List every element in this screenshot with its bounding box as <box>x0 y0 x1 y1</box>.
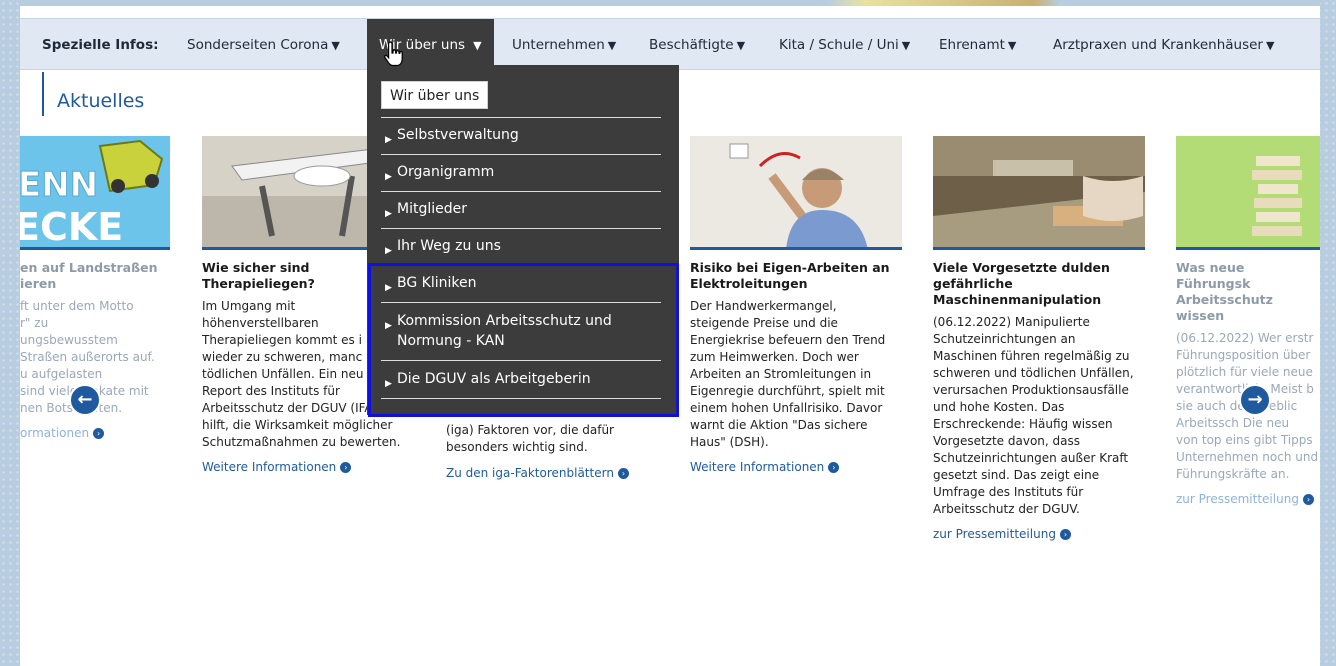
card-link[interactable]: ormationen › <box>20 426 170 440</box>
card-link[interactable]: Weitere Informationen › <box>202 460 414 474</box>
menu-item-kan[interactable]: ▶ Kommission Arbeitsschutz und Normung - … <box>385 311 655 351</box>
nav-item-corona[interactable]: Sonderseiten Corona ▼ <box>187 19 340 71</box>
menu-item-ihr-weg-zu-uns[interactable]: ▶ Ihr Weg zu uns <box>385 236 655 261</box>
carousel-next-button[interactable]: → <box>1239 384 1271 416</box>
electrician-image <box>690 136 902 247</box>
caret-down-icon: ▼ <box>331 39 340 52</box>
card-text: (iga) Faktoren vor, die dafür besonders … <box>446 423 614 454</box>
main-nav: Spezielle Infos: Sonderseiten Corona ▼ Wi… <box>20 18 1320 71</box>
arrow-right-icon: › <box>828 462 840 473</box>
arrow-right-icon: › <box>340 462 352 473</box>
page: Spezielle Infos: Sonderseiten Corona ▼ Wi… <box>20 6 1320 666</box>
menu-item-label: Mitglieder <box>397 201 467 217</box>
divider <box>381 191 661 192</box>
card-title: Risiko bei Eigen-Arbeiten an Elektroleit… <box>690 260 890 291</box>
divider <box>381 154 661 155</box>
arrow-right-icon: → <box>1247 389 1263 410</box>
triangle-right-icon: ▶ <box>385 135 392 145</box>
divider <box>381 265 661 266</box>
card-link[interactable]: zur Pressemitteilung › <box>1176 492 1320 506</box>
caret-down-icon: ▼ <box>901 39 911 52</box>
news-card[interactable]: (iga) Faktoren vor, die dafür besonders … <box>446 422 658 480</box>
menu-item-selbstverwaltung[interactable]: ▶ Selbstverwaltung <box>385 125 655 150</box>
divider <box>381 302 661 303</box>
caret-down-icon: ▼ <box>1265 39 1275 52</box>
nav-label: Spezielle Infos: <box>42 37 159 53</box>
triangle-right-icon: ▶ <box>385 283 392 293</box>
carousel-prev-button[interactable]: ← <box>69 384 101 416</box>
caret-down-icon: ▼ <box>1007 39 1017 52</box>
news-card[interactable]: Risiko bei Eigen-Arbeiten an Elektroleit… <box>690 136 902 474</box>
nav-item-kita-schule-uni[interactable]: Kita / Schule / Uni ▼ <box>779 19 910 71</box>
card-image <box>690 136 902 250</box>
race-track-image: ENN ECKE <box>20 136 170 249</box>
caret-down-icon: ▼ <box>736 39 746 52</box>
caret-down-icon: ▼ <box>473 39 482 52</box>
nav-item-label: Arztpraxen und Krankenhäuser <box>1053 37 1263 53</box>
card-image <box>1176 136 1320 250</box>
arrow-right-icon: › <box>93 428 105 439</box>
news-card[interactable]: Viele Vorgesetzte dulden gefährliche Mas… <box>933 136 1145 541</box>
nav-item-unternehmen[interactable]: Unternehmen ▼ <box>512 19 616 71</box>
card-link-label: Zu den iga-Faktorenblättern <box>446 466 614 480</box>
card-link[interactable]: Weitere Informationen › <box>690 460 902 474</box>
arrow-right-icon: › <box>1059 529 1071 540</box>
card-title: Viele Vorgesetzte dulden gefährliche Mas… <box>933 260 1110 307</box>
divider <box>381 398 661 399</box>
menu-item-label: Ihr Weg zu uns <box>397 238 501 254</box>
divider <box>381 117 661 118</box>
dropdown-header-link[interactable]: Wir über uns <box>381 81 489 109</box>
jenga-tower-image <box>1176 136 1320 247</box>
svg-text:ENN: ENN <box>20 165 98 205</box>
menu-item-label: BG Kliniken <box>397 275 477 291</box>
card-title: Was neue Führungsk Arbeitsschutz wissen <box>1176 260 1273 323</box>
arrow-left-icon: ← <box>77 389 93 410</box>
card-link[interactable]: Zu den iga-Faktorenblättern › <box>446 466 658 480</box>
nav-item-label: Beschäftigte <box>649 37 734 53</box>
card-link-label: zur Pressemitteilung <box>1176 492 1299 506</box>
divider <box>381 228 661 229</box>
nav-item-arztpraxen[interactable]: Arztpraxen und Krankenhäuser ▼ <box>1053 19 1274 71</box>
caret-down-icon: ▼ <box>607 39 617 52</box>
nav-item-label: Ehrenamt <box>939 37 1005 53</box>
news-card[interactable]: Was neue Führungsk Arbeitsschutz wissen … <box>1176 136 1320 506</box>
menu-item-label: Selbstverwaltung <box>397 127 519 143</box>
nav-item-label: Sonderseiten Corona <box>187 37 329 53</box>
section-title: Aktuelles <box>42 72 144 116</box>
wir-ueber-uns-dropdown: Wir über uns ▶ Selbstverwaltung ▶ Organigr… <box>367 65 679 415</box>
menu-item-label: Organigramm <box>397 164 495 180</box>
nav-item-ehrenamt[interactable]: Ehrenamt ▼ <box>939 19 1016 71</box>
menu-item-dguv-arbeitgeberin[interactable]: ▶ Die DGUV als Arbeitgeberin <box>385 369 655 394</box>
triangle-right-icon: ▶ <box>385 172 392 182</box>
arrow-right-icon: › <box>617 468 629 479</box>
card-text: (06.12.2022) Manipulierte Schutzeinricht… <box>933 315 1134 516</box>
card-link-label: Weitere Informationen <box>690 460 825 474</box>
triangle-right-icon: ▶ <box>385 379 392 389</box>
nav-item-label: Unternehmen <box>512 37 605 53</box>
divider <box>381 360 661 361</box>
card-link-label: Weitere Informationen <box>202 460 337 474</box>
triangle-right-icon: ▶ <box>385 246 392 256</box>
triangle-right-icon: ▶ <box>385 321 392 331</box>
card-link-label: zur Pressemitteilung <box>933 527 1056 541</box>
triangle-right-icon: ▶ <box>385 209 392 219</box>
machine-image <box>933 136 1145 247</box>
card-image: ENN ECKE <box>20 136 170 250</box>
card-title: en auf Landstraßen ieren <box>20 260 158 291</box>
hand-pointer-icon <box>384 41 403 67</box>
card-image <box>933 136 1145 250</box>
menu-item-label: Die DGUV als Arbeitgeberin <box>397 371 591 387</box>
menu-item-mitglieder[interactable]: ▶ Mitglieder <box>385 199 655 224</box>
card-text: Der Handwerkermangel, steigende Preise u… <box>690 299 886 449</box>
card-link-label: ormationen <box>20 426 90 440</box>
menu-item-organigramm[interactable]: ▶ Organigramm <box>385 162 655 187</box>
menu-item-bg-kliniken[interactable]: ▶ BG Kliniken <box>385 273 655 298</box>
arrow-right-icon: › <box>1302 494 1314 505</box>
card-link[interactable]: zur Pressemitteilung › <box>933 527 1145 541</box>
nav-item-beschaeftigte[interactable]: Beschäftigte ▼ <box>649 19 745 71</box>
nav-item-label: Kita / Schule / Uni <box>779 37 899 53</box>
svg-text:ECKE: ECKE <box>20 205 123 249</box>
menu-item-label: Kommission Arbeitsschutz und Normung - K… <box>397 313 612 349</box>
